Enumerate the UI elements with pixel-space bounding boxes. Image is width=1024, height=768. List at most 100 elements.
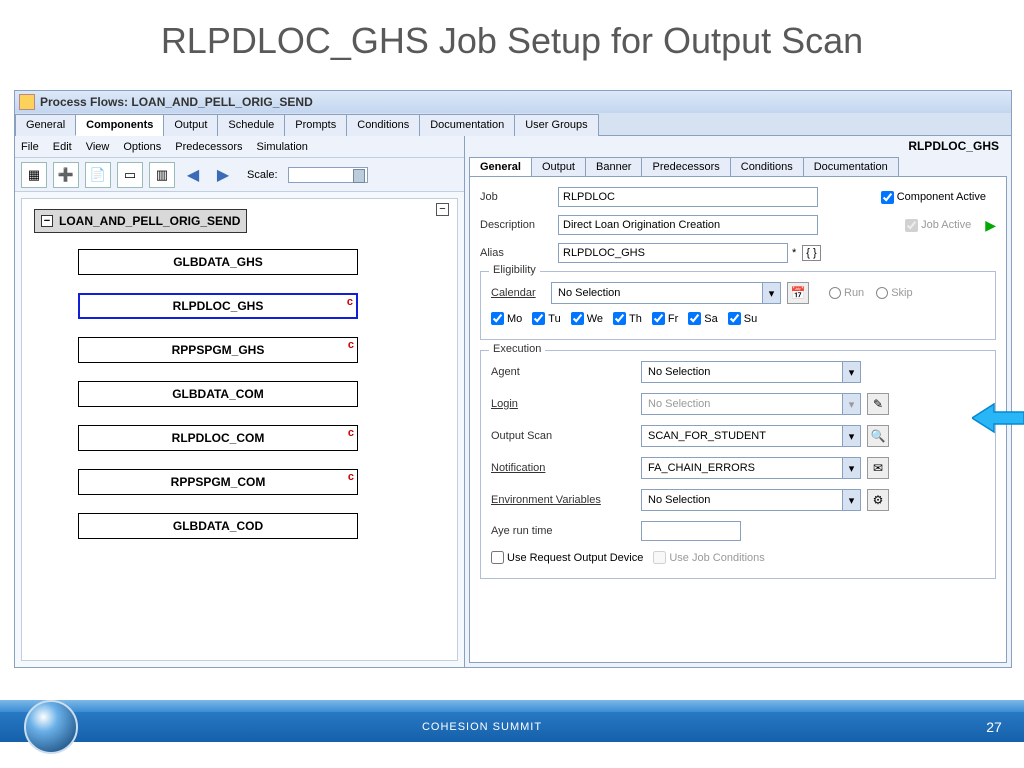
env-label: Environment Variables — [491, 494, 641, 506]
output-scan-icon[interactable]: 🔍 — [867, 425, 889, 447]
main-tab-user-groups[interactable]: User Groups — [514, 114, 598, 136]
collapse-icon[interactable]: − — [41, 215, 53, 227]
nav-prev-icon[interactable]: ◀ — [181, 163, 205, 187]
scale-label: Scale: — [247, 169, 278, 181]
sub-tab-banner[interactable]: Banner — [585, 157, 642, 176]
sub-tab-conditions[interactable]: Conditions — [730, 157, 804, 176]
calendar-combo[interactable]: No Selection▾ — [551, 282, 781, 304]
mail-icon[interactable]: ✉ — [867, 457, 889, 479]
aye-label: Aye run time — [491, 525, 641, 537]
nav-next-icon[interactable]: ▶ — [211, 163, 235, 187]
run-radio — [829, 287, 841, 299]
titlebar: Process Flows: LOAN_AND_PELL_ORIG_SEND — [15, 91, 1011, 113]
main-tabs: GeneralComponentsOutputSchedulePromptsCo… — [15, 113, 1011, 136]
use-conditions-label: Use Job Conditions — [669, 552, 764, 564]
job-box-rlpdloc_com[interactable]: RLPDLOC_COMc — [78, 425, 358, 451]
main-tab-output[interactable]: Output — [163, 114, 218, 136]
right-pane: RLPDLOC_GHS GeneralOutputBannerPredecess… — [465, 136, 1011, 667]
component-active-label: Component Active — [897, 191, 986, 203]
general-panel: Job Component Active Description Job Act… — [469, 176, 1007, 663]
menu-edit[interactable]: Edit — [53, 141, 72, 153]
use-request-checkbox[interactable] — [491, 551, 504, 564]
footer-text: COHESION SUMMIT — [0, 721, 964, 733]
c-badge: c — [347, 296, 353, 308]
job-box-rppspgm_ghs[interactable]: RPPSPGM_GHSc — [78, 337, 358, 363]
tbtn-5[interactable]: ▥ — [149, 162, 175, 188]
env-combo[interactable]: No Selection▾ — [641, 489, 861, 511]
use-conditions-checkbox — [653, 551, 666, 564]
skip-radio — [876, 287, 888, 299]
job-box-rlpdloc_ghs[interactable]: RLPDLOC_GHSc — [78, 293, 358, 319]
job-active-label: Job Active — [921, 219, 971, 231]
menu-view[interactable]: View — [86, 141, 110, 153]
c-badge: c — [348, 471, 354, 483]
page-number: 27 — [964, 719, 1024, 735]
tbtn-3[interactable]: 📄 — [85, 162, 111, 188]
desc-label: Description — [480, 219, 558, 231]
output-scan-label: Output Scan — [491, 430, 641, 442]
sub-tab-predecessors[interactable]: Predecessors — [641, 157, 730, 176]
main-tab-prompts[interactable]: Prompts — [284, 114, 347, 136]
play-icon[interactable]: ▶ — [985, 217, 996, 234]
day-su-checkbox[interactable] — [728, 312, 741, 325]
calendar-picker-icon[interactable]: 📅 — [787, 282, 809, 304]
login-edit-icon[interactable]: ✎ — [867, 393, 889, 415]
main-tab-schedule[interactable]: Schedule — [217, 114, 285, 136]
root-node-label: LOAN_AND_PELL_ORIG_SEND — [59, 214, 240, 228]
menu-simulation[interactable]: Simulation — [257, 141, 308, 153]
c-badge: c — [348, 427, 354, 439]
use-request-label: Use Request Output Device — [507, 552, 643, 564]
job-field[interactable] — [558, 187, 818, 207]
component-active-checkbox[interactable] — [881, 191, 894, 204]
selected-job-name: RLPDLOC_GHS — [908, 139, 999, 153]
collapse-aux-icon[interactable]: − — [436, 203, 449, 216]
calendar-label: Calendar — [491, 287, 551, 299]
env-icon[interactable]: ⚙ — [867, 489, 889, 511]
sub-tabs: GeneralOutputBannerPredecessorsCondition… — [469, 157, 898, 176]
execution-fieldset: Execution AgentNo Selection▾ LoginNo Sel… — [480, 350, 996, 579]
desc-field[interactable] — [558, 215, 818, 235]
menubar: File Edit View Options Predecessors Simulatio… — [15, 136, 464, 158]
sub-tab-general[interactable]: General — [469, 157, 532, 176]
main-tab-documentation[interactable]: Documentation — [419, 114, 515, 136]
agent-combo[interactable]: No Selection▾ — [641, 361, 861, 383]
agent-label: Agent — [491, 366, 641, 378]
menu-file[interactable]: File — [21, 141, 39, 153]
eligibility-fieldset: Eligibility Calendar No Selection▾ 📅 Run… — [480, 271, 996, 340]
chevron-down-icon: ▾ — [762, 283, 780, 303]
job-box-rppspgm_com[interactable]: RPPSPGM_COMc — [78, 469, 358, 495]
main-tab-components[interactable]: Components — [75, 114, 164, 136]
job-box-glbdata_com[interactable]: GLBDATA_COM — [78, 381, 358, 407]
day-th-checkbox[interactable] — [613, 312, 626, 325]
toolbar: ▦ ➕ 📄 ▭ ▥ ◀ ▶ Scale: — [15, 158, 464, 192]
execution-legend: Execution — [489, 343, 545, 355]
braces-button[interactable]: { } — [802, 245, 820, 261]
job-box-glbdata_cod[interactable]: GLBDATA_COD — [78, 513, 358, 539]
sub-tab-documentation[interactable]: Documentation — [803, 157, 899, 176]
notification-combo[interactable]: FA_CHAIN_ERRORS▾ — [641, 457, 861, 479]
flow-canvas[interactable]: − − LOAN_AND_PELL_ORIG_SEND GLBDATA_GHS R… — [21, 198, 458, 661]
menu-options[interactable]: Options — [123, 141, 161, 153]
day-fr-checkbox[interactable] — [652, 312, 665, 325]
app-window: Process Flows: LOAN_AND_PELL_ORIG_SEND G… — [14, 90, 1012, 668]
notification-label: Notification — [491, 462, 641, 474]
tbtn-1[interactable]: ▦ — [21, 162, 47, 188]
slide-title: RLPDLOC_GHS Job Setup for Output Scan — [0, 0, 1024, 76]
day-sa-checkbox[interactable] — [688, 312, 701, 325]
root-node[interactable]: − LOAN_AND_PELL_ORIG_SEND — [34, 209, 247, 233]
main-tab-general[interactable]: General — [15, 114, 76, 136]
sub-tab-output[interactable]: Output — [531, 157, 586, 176]
menu-predecessors[interactable]: Predecessors — [175, 141, 242, 153]
scale-slider[interactable] — [288, 167, 368, 183]
day-we-checkbox[interactable] — [571, 312, 584, 325]
aye-field[interactable] — [641, 521, 741, 541]
main-tab-conditions[interactable]: Conditions — [346, 114, 420, 136]
output-scan-combo[interactable]: SCAN_FOR_STUDENT▾ — [641, 425, 861, 447]
tbtn-4[interactable]: ▭ — [117, 162, 143, 188]
alias-field[interactable] — [558, 243, 788, 263]
day-tu-checkbox[interactable] — [532, 312, 545, 325]
day-mo-checkbox[interactable] — [491, 312, 504, 325]
left-pane: File Edit View Options Predecessors Simulatio… — [15, 136, 465, 667]
job-box-glbdata_ghs[interactable]: GLBDATA_GHS — [78, 249, 358, 275]
tbtn-2[interactable]: ➕ — [53, 162, 79, 188]
